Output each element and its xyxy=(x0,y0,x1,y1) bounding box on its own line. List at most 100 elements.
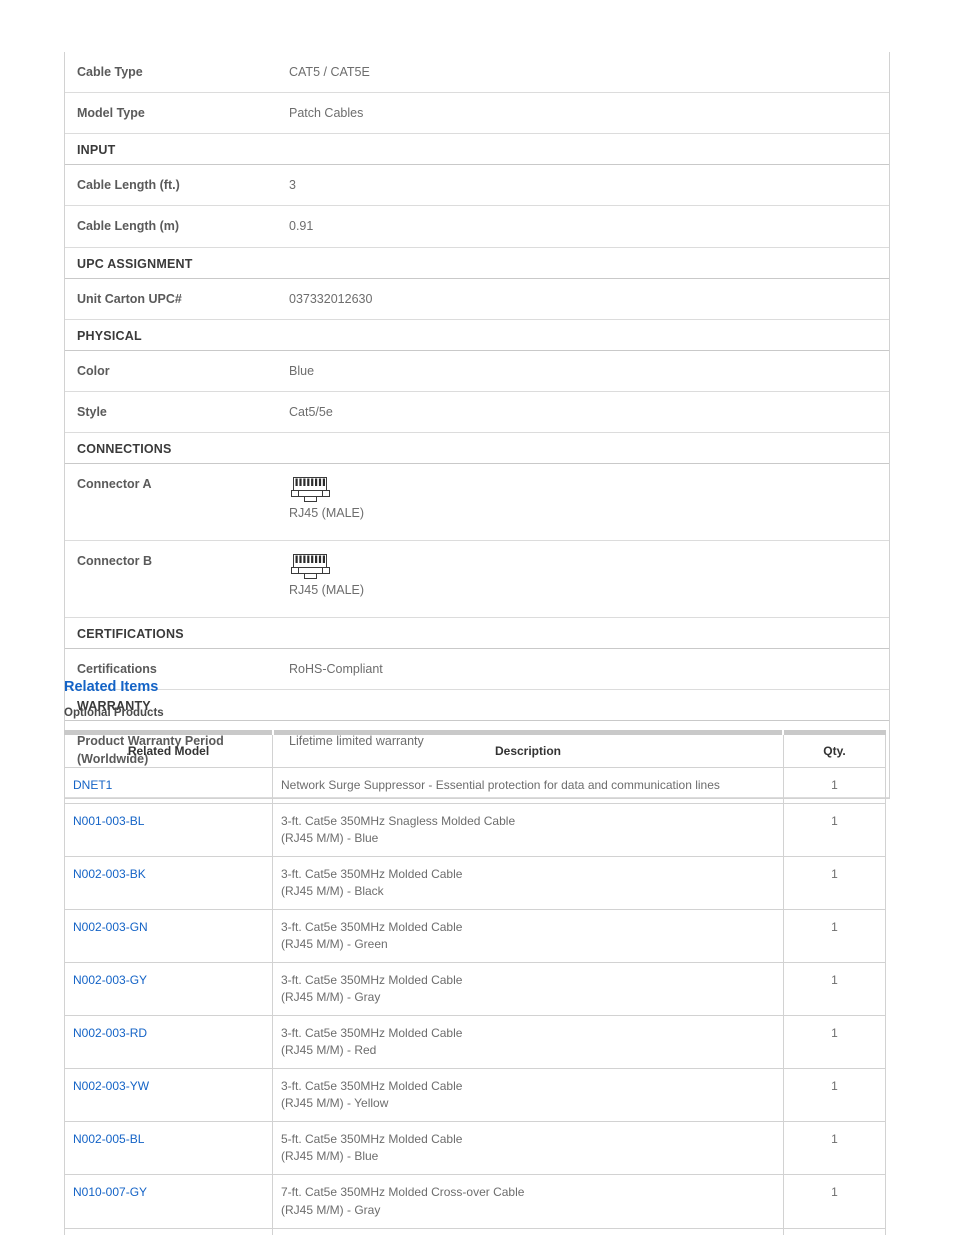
rj45-connector-icon xyxy=(291,553,330,579)
related-model-cell: N001-003-BL xyxy=(64,803,273,858)
specifications-table: Cable Type CAT5 / CAT5E Model Type Patch Ca… xyxy=(65,52,889,798)
optional-products-label: Optional Products xyxy=(64,707,164,719)
related-table-header-row: Related Model Description Qty. xyxy=(64,735,886,768)
spec-section-label: UPC ASSIGNMENT xyxy=(65,247,889,279)
related-qty-cell: 1 xyxy=(783,1068,886,1123)
related-description-cell: 7-ft. Cat5e 350MHz Molded Cross-over Cab… xyxy=(272,1174,784,1229)
related-description-cell: 3-ft. Cat5e 350MHz Molded Cable (RJ45 M/M… xyxy=(272,1068,784,1123)
description-line-2: (RJ45 M/M) - Gray xyxy=(281,1202,381,1217)
spec-row: Certifications RoHS-Compliant xyxy=(65,648,889,691)
spec-row: Cable Type CAT5 / CAT5E xyxy=(65,52,889,94)
related-qty-cell: 1 xyxy=(783,767,886,805)
spec-row: Connector A RJ45 (MALE) xyxy=(65,463,889,541)
related-model-cell: N002-003-YW xyxy=(64,1068,273,1123)
spec-label: Color xyxy=(65,350,280,392)
related-qty-cell: 1 xyxy=(783,803,886,858)
spec-value: Patch Cables xyxy=(279,92,889,135)
description-line-1: 3-ft. Cat5e 350MHz Molded Cable xyxy=(281,973,463,988)
related-model-link[interactable]: N002-003-GY xyxy=(73,973,147,987)
related-model-cell: N010-007-GY xyxy=(64,1174,273,1229)
spec-value: CAT5 / CAT5E xyxy=(279,52,889,94)
related-model-link[interactable]: N002-003-GN xyxy=(73,920,148,934)
related-model-cell: N002-003-BK xyxy=(64,856,273,911)
related-model-link[interactable]: N001-003-BL xyxy=(73,814,144,828)
table-row: N002-003-GY 3-ft. Cat5e 350MHz Molded Cab… xyxy=(64,962,886,1017)
spec-value: 037332012630 xyxy=(279,278,889,320)
description-line-2: (RJ45 M/M) - Yellow xyxy=(281,1096,389,1111)
description-line-1: 3-ft. Cat5e 350MHz Molded Cable xyxy=(281,1026,463,1041)
spec-label: Model Type xyxy=(65,92,280,135)
table-row: N022-01K-GY1000-ft. Cat5e 350MHz Bulk So… xyxy=(64,1228,886,1235)
connector-type-label: RJ45 (MALE) xyxy=(289,505,365,520)
related-items-section: Related Model Description Qty. DNET1 Netw… xyxy=(64,730,886,1235)
related-model-cell: N002-003-RD xyxy=(64,1015,273,1070)
related-model-link[interactable]: DNET1 xyxy=(73,778,112,792)
spec-row: Unit Carton UPC# 037332012630 xyxy=(65,278,889,320)
spec-section-label: CONNECTIONS xyxy=(65,432,889,464)
spec-section-header-row: PHYSICAL xyxy=(65,319,889,351)
product-specifications-page: Cable Type CAT5 / CAT5E Model Type Patch Ca… xyxy=(0,0,954,1235)
top-bar-segment-description xyxy=(274,730,782,735)
related-model-link[interactable]: N010-007-GY xyxy=(73,1185,147,1199)
related-model-cell: N002-003-GN xyxy=(64,909,273,964)
spec-value: 0.91 xyxy=(279,205,889,248)
related-description-cell: Network Surge Suppressor - Essential pro… xyxy=(272,767,784,805)
related-items-table: Related Model Description Qty. DNET1 Netw… xyxy=(64,735,886,1235)
description-line-2: (RJ45 M/M) - Black xyxy=(281,884,384,899)
related-description-cell: 1000-ft. Cat5e 350MHz Bulk Solid-core PV… xyxy=(272,1228,784,1235)
related-description-cell: 3-ft. Cat5e 350MHz Molded Cable (RJ45 M/M… xyxy=(272,909,784,964)
table-row: N002-003-BK 3-ft. Cat5e 350MHz Molded Cab… xyxy=(64,856,886,911)
spec-row: Cable Length (m) 0.91 xyxy=(65,205,889,248)
spec-value: Cat5/5e xyxy=(279,391,889,433)
spec-section-label: WARRANTY xyxy=(65,689,889,721)
description-line-2: (RJ45 M/M) - Blue xyxy=(281,831,379,846)
related-description-cell: 5-ft. Cat5e 350MHz Molded Cable (RJ45 M/M… xyxy=(272,1121,784,1176)
description-line-2: (RJ45 M/M) - Blue xyxy=(281,1149,379,1164)
table-row: N001-003-BL 3-ft. Cat5e 350MHz Snagless M… xyxy=(64,803,886,858)
spec-label: Cable Length (m) xyxy=(65,205,280,248)
spec-section-header-row: CERTIFICATIONS xyxy=(65,617,889,649)
related-description-cell: 3-ft. Cat5e 350MHz Molded Cable (RJ45 M/M… xyxy=(272,856,784,911)
description-line-1: Network Surge Suppressor - Essential pro… xyxy=(281,778,720,792)
column-header-description: Description xyxy=(272,735,784,768)
related-model-link[interactable]: N002-005-BL xyxy=(73,1132,144,1146)
related-qty-cell: 1 xyxy=(783,1015,886,1070)
spec-value: RJ45 (MALE) xyxy=(279,540,889,618)
spec-label: Connector B xyxy=(65,540,280,618)
related-model-link[interactable]: N002-003-BK xyxy=(73,867,146,881)
related-qty-cell: 1 xyxy=(783,856,886,911)
description-line-1: 7-ft. Cat5e 350MHz Molded Cross-over Cab… xyxy=(281,1185,525,1200)
table-row: N002-003-YW 3-ft. Cat5e 350MHz Molded Cab… xyxy=(64,1068,886,1123)
spec-value: RoHS-Compliant xyxy=(279,648,889,691)
spec-section-header-row: INPUT xyxy=(65,133,889,166)
description-line-1: 3-ft. Cat5e 350MHz Molded Cable xyxy=(281,920,463,935)
related-table-top-bar xyxy=(64,730,886,735)
spec-section-header-row: WARRANTY xyxy=(65,689,889,721)
spec-label: Cable Type xyxy=(65,52,280,94)
spec-label: Style xyxy=(65,391,280,433)
related-model-cell: N002-005-BL xyxy=(64,1121,273,1176)
description-line-1: 3-ft. Cat5e 350MHz Molded Cable xyxy=(281,867,463,882)
spec-section-label: INPUT xyxy=(65,133,889,166)
spec-value: 3 xyxy=(279,164,889,207)
spec-label: Connector A xyxy=(65,463,280,541)
description-line-1: 3-ft. Cat5e 350MHz Snagless Molded Cable xyxy=(281,814,516,829)
table-row: N010-007-GY 7-ft. Cat5e 350MHz Molded Cro… xyxy=(64,1174,886,1229)
top-bar-segment-qty xyxy=(784,730,886,735)
table-row: N002-003-RD 3-ft. Cat5e 350MHz Molded Cab… xyxy=(64,1015,886,1070)
spec-row: Style Cat5/5e xyxy=(65,391,889,433)
related-model-link[interactable]: N002-003-YW xyxy=(73,1079,149,1093)
related-model-cell: N022-01K-GY xyxy=(64,1228,273,1235)
description-line-2: (RJ45 M/M) - Red xyxy=(281,1043,377,1058)
column-header-related-model: Related Model xyxy=(64,735,273,768)
spec-section-header-row: CONNECTIONS xyxy=(65,432,889,464)
description-line-2: (RJ45 M/M) - Green xyxy=(281,937,388,952)
related-qty-cell: 1 xyxy=(783,962,886,1017)
specifications-panel: Cable Type CAT5 / CAT5E Model Type Patch Ca… xyxy=(64,52,890,799)
related-qty-cell: 1 xyxy=(783,1174,886,1229)
related-model-link[interactable]: N002-003-RD xyxy=(73,1026,147,1040)
spec-row: Model Type Patch Cables xyxy=(65,92,889,135)
related-items-heading: Related Items xyxy=(64,679,159,695)
description-line-1: 5-ft. Cat5e 350MHz Molded Cable xyxy=(281,1132,463,1147)
column-header-qty: Qty. xyxy=(783,735,886,768)
